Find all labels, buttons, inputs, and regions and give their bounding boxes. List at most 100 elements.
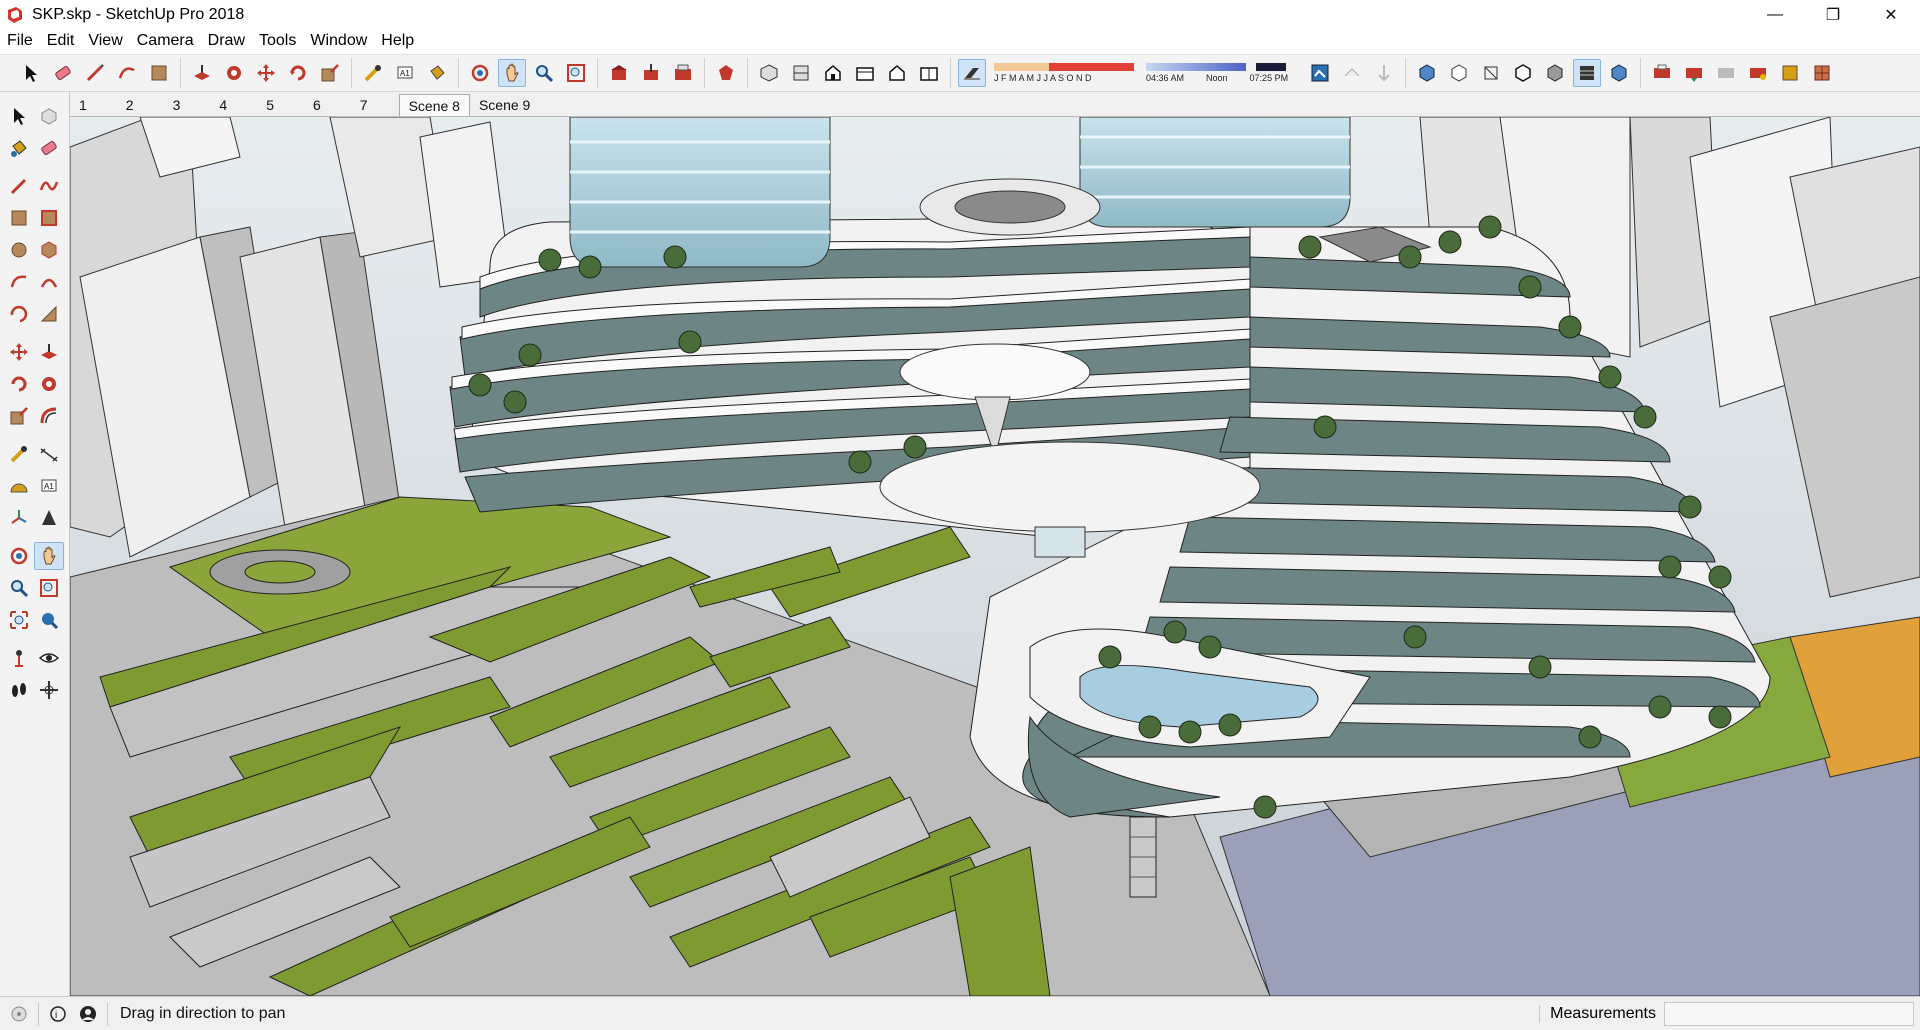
close-button[interactable]: ✕ xyxy=(1862,0,1920,30)
line-tool-icon[interactable] xyxy=(81,59,109,87)
extension-warehouse-icon[interactable] xyxy=(712,59,740,87)
scene-tab-3[interactable]: 3 xyxy=(143,94,190,116)
move-tool-icon[interactable] xyxy=(252,59,280,87)
circle-icon[interactable] xyxy=(4,236,34,264)
plugin-4-icon[interactable] xyxy=(1744,59,1772,87)
paint-bucket-tool-icon[interactable] xyxy=(423,59,451,87)
rectangle-icon[interactable] xyxy=(4,204,34,232)
pie-icon[interactable] xyxy=(34,300,64,328)
shaded-textures-style-icon[interactable] xyxy=(1573,59,1602,87)
eraser-tool-icon[interactable] xyxy=(49,59,77,87)
plugin-1-icon[interactable] xyxy=(1648,59,1676,87)
push-pull-tool-icon[interactable] xyxy=(188,59,216,87)
scene-tab-8[interactable]: Scene 8 xyxy=(398,94,470,116)
xray-style-icon[interactable] xyxy=(1413,59,1441,87)
menu-file[interactable]: File xyxy=(0,30,40,52)
components-icon[interactable] xyxy=(669,59,697,87)
orbit-tool-icon[interactable] xyxy=(466,59,494,87)
plugin-3-icon[interactable] xyxy=(1712,59,1740,87)
shadows-toggle-icon[interactable] xyxy=(958,59,986,87)
left-view-icon[interactable] xyxy=(915,59,943,87)
iso-view-icon[interactable] xyxy=(755,59,783,87)
plugin-2-icon[interactable] xyxy=(1680,59,1708,87)
time-slider[interactable] xyxy=(1146,63,1288,71)
plugin-6-icon[interactable] xyxy=(1808,59,1836,87)
scale-icon[interactable] xyxy=(4,402,34,430)
look-around-icon[interactable] xyxy=(34,644,64,672)
paint-icon[interactable] xyxy=(4,134,34,162)
select-tool-icon[interactable] xyxy=(17,59,45,87)
right-view-icon[interactable] xyxy=(851,59,879,87)
zoom-window-icon[interactable] xyxy=(34,574,64,602)
zoom-extents-tool-icon[interactable] xyxy=(562,59,590,87)
share-model-icon[interactable] xyxy=(637,59,665,87)
line-icon[interactable] xyxy=(4,172,34,200)
user-account-icon[interactable] xyxy=(77,1003,99,1025)
pan-icon[interactable] xyxy=(498,59,526,87)
warehouse-icon[interactable] xyxy=(605,59,633,87)
move-icon[interactable] xyxy=(4,338,34,366)
polygon-icon[interactable] xyxy=(34,236,64,264)
back-edges-style-icon[interactable] xyxy=(1445,59,1473,87)
orbit-icon[interactable] xyxy=(4,542,34,570)
shapes-tool-icon[interactable] xyxy=(145,59,173,87)
model-viewport[interactable] xyxy=(70,117,1920,996)
walk-icon[interactable] xyxy=(4,676,34,704)
menu-tools[interactable]: Tools xyxy=(252,30,303,52)
dimension-icon[interactable] xyxy=(34,440,64,468)
front-view-icon[interactable] xyxy=(819,59,847,87)
scene-tab-4[interactable]: 4 xyxy=(189,94,236,116)
menu-help[interactable]: Help xyxy=(374,30,421,52)
plugin-5-icon[interactable] xyxy=(1776,59,1804,87)
text-tool-icon[interactable]: A1 xyxy=(391,59,419,87)
zoom-icon[interactable] xyxy=(4,574,34,602)
monochrome-style-icon[interactable] xyxy=(1605,59,1633,87)
offset-icon[interactable] xyxy=(34,402,64,430)
arc-tool-icon[interactable] xyxy=(113,59,141,87)
previous-view-icon[interactable] xyxy=(34,606,64,634)
arc-icon[interactable] xyxy=(4,268,34,296)
section-cut-icon[interactable] xyxy=(34,676,64,704)
tape-measure-icon[interactable] xyxy=(4,440,34,468)
follow-me-tool-icon[interactable] xyxy=(220,59,248,87)
eraser-icon[interactable] xyxy=(34,134,64,162)
scene-tab-1[interactable]: 1 xyxy=(70,94,96,116)
three-point-arc-icon[interactable] xyxy=(4,300,34,328)
push-pull-icon[interactable] xyxy=(34,338,64,366)
axes-icon[interactable] xyxy=(4,504,34,532)
tape-measure-tool-icon[interactable] xyxy=(359,59,387,87)
scene-tab-9[interactable]: Scene 9 xyxy=(470,94,539,116)
restore-button[interactable]: ❐ xyxy=(1804,0,1862,30)
rotated-rectangle-icon[interactable] xyxy=(34,204,64,232)
menu-view[interactable]: View xyxy=(81,30,129,52)
rotate-icon[interactable] xyxy=(4,370,34,398)
rotate-tool-icon[interactable] xyxy=(284,59,312,87)
credits-icon[interactable]: i xyxy=(47,1003,69,1025)
top-view-icon[interactable] xyxy=(787,59,815,87)
shaded-style-icon[interactable] xyxy=(1541,59,1569,87)
minimize-button[interactable]: — xyxy=(1746,0,1804,30)
scene-tab-7[interactable]: 7 xyxy=(330,94,377,116)
two-point-arc-icon[interactable] xyxy=(34,268,64,296)
scene-tab-5[interactable]: 5 xyxy=(236,94,283,116)
measurements-input[interactable] xyxy=(1664,1002,1914,1026)
geo-location-icon[interactable] xyxy=(8,1003,30,1025)
section-plane-icon[interactable] xyxy=(34,504,64,532)
menu-camera[interactable]: Camera xyxy=(130,30,201,52)
scale-tool-icon[interactable] xyxy=(316,59,344,87)
wireframe-style-icon[interactable] xyxy=(1477,59,1505,87)
position-camera-icon[interactable] xyxy=(4,644,34,672)
text-icon[interactable]: A1 xyxy=(34,472,64,500)
protractor-icon[interactable] xyxy=(4,472,34,500)
follow-me-icon[interactable] xyxy=(34,370,64,398)
soften-edges-icon[interactable] xyxy=(1338,59,1366,87)
hidden-line-style-icon[interactable] xyxy=(1509,59,1537,87)
freehand-icon[interactable] xyxy=(34,172,64,200)
menu-edit[interactable]: Edit xyxy=(40,30,82,52)
scene-tab-6[interactable]: 6 xyxy=(283,94,330,116)
model-info-icon[interactable] xyxy=(1306,59,1334,87)
zoom-extents-icon[interactable] xyxy=(4,606,34,634)
menu-draw[interactable]: Draw xyxy=(201,30,252,52)
make-component-icon[interactable] xyxy=(34,102,64,130)
pan-tool-icon[interactable] xyxy=(34,542,64,570)
